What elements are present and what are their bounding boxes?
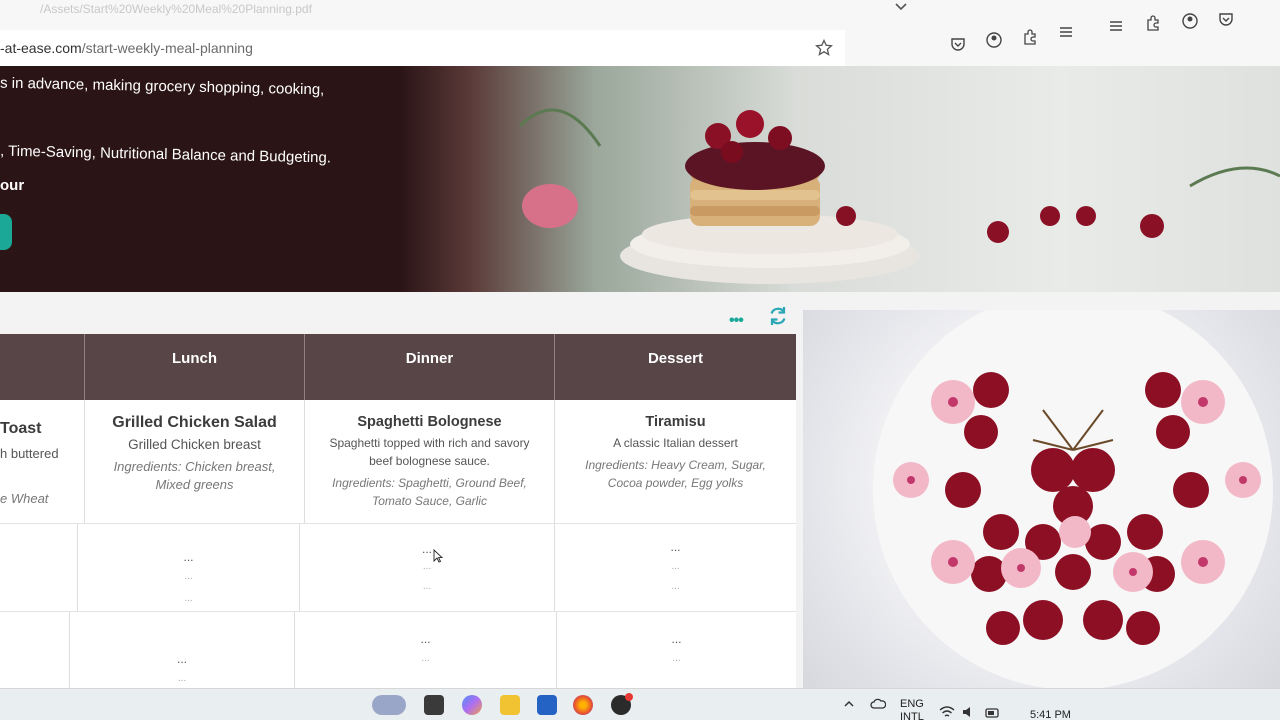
dish-ingredients-2: Mixed greens xyxy=(155,477,234,492)
hero-photo xyxy=(400,66,1280,292)
placeholder-dots: ... xyxy=(672,653,681,664)
dish-description-2: beef bolognese sauce. xyxy=(369,454,490,468)
profile-icon[interactable] xyxy=(1180,11,1200,31)
copilot-icon[interactable] xyxy=(462,695,482,715)
dish-ingredients-1: Ingredients: Chicken breast, xyxy=(113,459,276,474)
task-view-icon[interactable] xyxy=(424,695,444,715)
placeholder-dots: ... xyxy=(671,561,680,572)
cell-breakfast-empty[interactable] xyxy=(0,524,78,612)
bookmark-star-icon[interactable] xyxy=(815,39,833,57)
cell-dinner-empty[interactable]: ... ... xyxy=(295,612,557,694)
header-cell-dessert: Dessert xyxy=(555,334,796,400)
cell-dinner[interactable]: Spaghetti Bolognese Spaghetti topped wit… xyxy=(305,400,555,524)
placeholder-dots: ... xyxy=(671,632,682,646)
cell-breakfast-empty[interactable] xyxy=(0,612,70,694)
cell-lunch[interactable]: Grilled Chicken Salad Grilled Chicken br… xyxy=(85,400,305,524)
keyboard-layout-indicator[interactable]: INTL xyxy=(900,711,924,720)
placeholder-dots: ... xyxy=(422,561,432,572)
dish-ingredients-1: Ingredients: Heavy Cream, Sugar, xyxy=(585,458,766,472)
chevron-up-icon[interactable] xyxy=(843,699,855,709)
widgets-icon[interactable] xyxy=(372,695,406,715)
placeholder-dots: ... xyxy=(177,673,187,684)
header-cell-lunch: Lunch xyxy=(85,334,305,400)
dish-name: Grilled Chicken Salad xyxy=(112,414,277,431)
cherry-blossom-image xyxy=(803,290,1280,690)
file-explorer-icon[interactable] xyxy=(500,695,520,715)
placeholder-dots: ... xyxy=(420,632,431,646)
dish-description-1: Spaghetti topped with rich and savory xyxy=(329,436,530,450)
taskbar: ENG INTL 5:41 PM xyxy=(0,688,1280,720)
placeholder-dots: ... xyxy=(184,571,193,582)
placeholder-dots: ... xyxy=(421,653,430,664)
cell-dinner-empty[interactable]: ... ... ... xyxy=(300,524,555,612)
firefox-icon[interactable] xyxy=(573,695,593,715)
browser-toolbar: /Assets/Start%20Weekly%20Meal%20Planning… xyxy=(0,0,1280,70)
cell-lunch-empty[interactable]: ... ... xyxy=(70,612,295,694)
battery-icon[interactable] xyxy=(985,707,1001,719)
dish-ingredients: e Wheat xyxy=(0,491,49,506)
cell-lunch-empty[interactable]: ... ... ... xyxy=(78,524,300,612)
cloud-icon[interactable] xyxy=(870,698,886,710)
notification-badge xyxy=(625,693,633,701)
address-bar[interactable]: -at-ease.com/start-weekly-meal-planning xyxy=(0,30,845,66)
placeholder-dots: ... xyxy=(671,581,680,592)
placeholder-dots: ... xyxy=(422,581,432,592)
placeholder-dots: ... xyxy=(421,542,432,556)
url-text[interactable]: -at-ease.com/start-weekly-meal-planning xyxy=(0,40,253,56)
dish-name: Tiramisu xyxy=(645,414,706,430)
cherry-kaleidoscope-image xyxy=(873,290,1273,690)
dish-ingredients-2: Cocoa powder, Egg yolks xyxy=(607,476,744,490)
extensions-icon-2[interactable] xyxy=(1143,13,1163,33)
header-cell-dinner: Dinner xyxy=(305,334,555,400)
refresh-icon[interactable] xyxy=(767,305,789,327)
pancake-cherries-image xyxy=(518,108,1280,284)
hero-text-line3: our xyxy=(0,177,25,194)
header-cell-breakfast xyxy=(0,334,85,400)
dish-name: Spaghetti Bolognese xyxy=(357,414,502,430)
placeholder-dots: ... xyxy=(176,652,187,666)
url-domain: -at-ease.com xyxy=(0,40,82,56)
language-indicator[interactable]: ENG xyxy=(900,698,924,710)
cell-dessert[interactable]: Tiramisu A classic Italian dessert Ingre… xyxy=(555,400,796,524)
url-ghost-text: /Assets/Start%20Weekly%20Meal%20Planning… xyxy=(40,2,312,16)
dish-ingredients-2: Tomato Sauce, Garlic xyxy=(372,494,487,508)
dish-description: A classic Italian dessert xyxy=(613,436,738,450)
dish-ingredients-1: Ingredients: Spaghetti, Ground Beef, xyxy=(332,476,527,490)
cell-dessert-empty[interactable]: ... ... ... xyxy=(555,524,796,612)
placeholder-dots: ... xyxy=(670,540,681,554)
cta-button[interactable] xyxy=(0,214,12,250)
hero-banner: s in advance, making grocery shopping, c… xyxy=(0,66,1280,292)
meal-plan-table: Lunch Dinner Dessert Toast h buttered e … xyxy=(0,334,796,694)
pocket-icon[interactable] xyxy=(948,34,968,54)
chevron-down-icon[interactable] xyxy=(893,0,909,14)
store-icon[interactable] xyxy=(537,695,557,715)
cell-breakfast[interactable]: Toast h buttered e Wheat xyxy=(0,400,85,524)
placeholder-dots: ... xyxy=(183,550,194,564)
shield-icon[interactable] xyxy=(1216,9,1236,29)
clock[interactable]: 5:41 PM xyxy=(1030,709,1071,720)
account-circle-icon[interactable] xyxy=(984,30,1004,50)
mouse-cursor-icon xyxy=(433,549,443,563)
menu-icon[interactable] xyxy=(1056,22,1076,42)
dish-description: h buttered xyxy=(0,446,59,461)
menu-icon-2[interactable] xyxy=(1106,16,1126,36)
placeholder-dots: ... xyxy=(184,593,193,604)
more-options-icon[interactable]: ••• xyxy=(729,312,744,330)
wifi-icon[interactable] xyxy=(938,705,956,719)
volume-icon[interactable] xyxy=(962,706,976,718)
extensions-icon[interactable] xyxy=(1020,27,1040,47)
url-path: /start-weekly-meal-planning xyxy=(81,40,253,56)
dish-description: Grilled Chicken breast xyxy=(128,437,261,452)
dish-name: Toast xyxy=(0,420,42,437)
cell-dessert-empty[interactable]: ... ... xyxy=(557,612,796,694)
